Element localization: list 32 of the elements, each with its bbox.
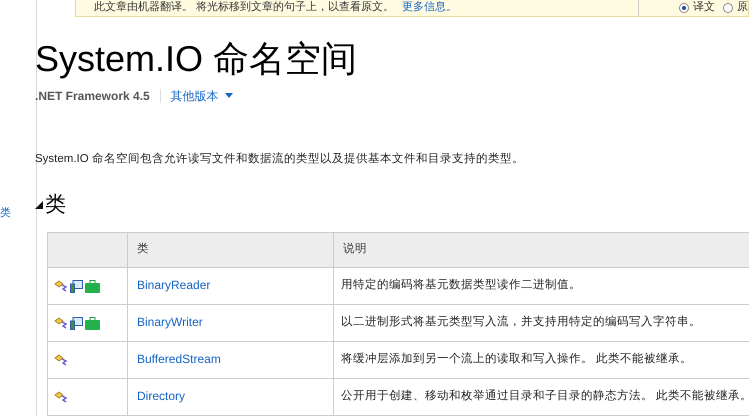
class-icon [54,354,68,366]
class-description: 公开用于创建、移动和枚举通过目录和子目录的静态方法。 此类不能被继承。 [341,390,749,402]
section-heading: 类 [45,192,66,218]
class-icon [54,317,68,329]
page-title: System.IO 命名空间 [35,36,358,81]
class-link[interactable]: BinaryReader [137,278,210,292]
sidebar-link[interactable]: 类 [0,205,36,222]
caret-icon [224,93,233,98]
more-info-link[interactable]: 更多信息。 [402,2,458,14]
screen-icon [70,316,83,330]
namespace-description: System.IO 命名空间包含允许读写文件和数据流的类型以及提供基本文件和目录支持的类型。 [35,151,525,167]
briefcase-icon [85,280,100,292]
banner-text: 此文章由机器翻译。 将光标移到文章的句子上，以查看原文。 [94,2,394,14]
framework-version: .NET Framework 4.5 [35,88,150,105]
class-description: 将缓冲层添加到另一个流上的读取和写入操作。 此类不能被继承。 [341,353,692,366]
radio-label: 译文 [693,2,715,14]
briefcase-icon [85,316,100,330]
column-header: 说明 [334,232,749,268]
class-icon [54,280,68,292]
other-versions-dropdown[interactable]: 其他版本 [170,86,233,105]
column-header: 类 [128,232,334,268]
class-link[interactable]: Directory [137,389,186,404]
radio-button[interactable] [679,2,689,13]
class-icon [54,391,68,403]
class-link[interactable]: BufferedStream [137,352,221,366]
class-description: 用特定的编码将基元数据类型读作二进制值。 [341,279,581,292]
class-link[interactable]: BinaryWriter [137,315,203,330]
screen-icon [70,280,83,292]
collapse-icon[interactable] [35,201,43,209]
radio-label: 原 [737,2,748,14]
radio-button[interactable] [723,2,733,13]
class-description: 以二进制形式将基元类型写入流，并支持用特定的编码写入字符串。 [341,316,701,328]
